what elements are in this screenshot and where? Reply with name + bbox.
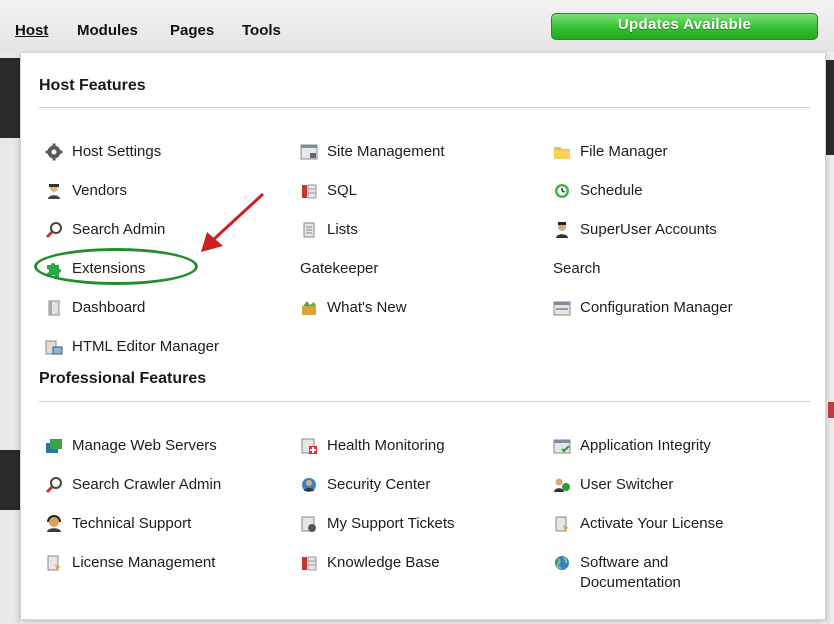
site-icon	[300, 144, 318, 160]
section-divider	[39, 401, 810, 402]
application-integrity-item[interactable]: Application Integrity	[553, 436, 711, 456]
dashboard-item[interactable]: Dashboard	[45, 298, 145, 318]
gatekeeper-item[interactable]: Gatekeeper	[300, 259, 378, 279]
support-icon	[47, 515, 61, 532]
license-management-item[interactable]: License Management	[45, 553, 215, 573]
lists-item[interactable]: Lists	[300, 220, 358, 240]
superuser-accounts-item[interactable]: SuperUser Accounts	[553, 220, 717, 240]
search-item[interactable]: Search	[553, 259, 601, 279]
menu-modules[interactable]: Modules	[77, 22, 138, 39]
html-editor-manager-item[interactable]: HTML Editor Manager	[45, 337, 219, 357]
my-support-tickets-item[interactable]: My Support Tickets	[300, 514, 455, 534]
user-switcher-item[interactable]: User Switcher	[553, 475, 673, 495]
globe-icon	[555, 556, 569, 570]
search-admin-item[interactable]: Search Admin	[45, 220, 165, 240]
magnifier-icon	[45, 477, 62, 494]
health-icon	[301, 438, 317, 454]
database-icon	[302, 184, 317, 199]
superuser-icon	[556, 222, 568, 238]
health-monitoring-item[interactable]: Health Monitoring	[300, 436, 445, 456]
security-icon	[302, 478, 316, 492]
whats-new-item[interactable]: What's New	[300, 298, 407, 318]
schedule-icon	[555, 184, 569, 198]
menu-pages[interactable]: Pages	[170, 22, 214, 39]
extensions-highlight-ellipse	[34, 248, 198, 285]
file-manager-item[interactable]: File Manager	[553, 142, 668, 162]
html-editor-icon	[45, 340, 63, 355]
host-features-title: Host Features	[39, 77, 146, 94]
activate-your-license-item[interactable]: Activate Your License	[553, 514, 723, 534]
document-icon	[48, 300, 60, 316]
magnifier-icon	[45, 222, 62, 239]
list-icon	[303, 222, 315, 238]
database-icon	[302, 556, 317, 571]
servers-icon	[46, 439, 62, 453]
schedule-item[interactable]: Schedule	[553, 181, 643, 201]
config-icon	[553, 301, 571, 316]
vendor-icon	[48, 184, 60, 199]
security-center-item[interactable]: Security Center	[300, 475, 430, 495]
user-switch-icon	[554, 478, 570, 492]
background-block	[0, 450, 20, 510]
news-icon	[302, 301, 316, 315]
folder-icon	[554, 147, 570, 159]
background-marker	[828, 402, 834, 418]
license-icon	[555, 516, 569, 532]
site-management-item[interactable]: Site Management	[300, 142, 445, 162]
host-menu-dropdown: Host Features Host Settings Vendors Sear…	[20, 52, 826, 620]
software-and-documentation-item[interactable]: Software and Documentation	[553, 553, 730, 593]
integrity-icon	[553, 439, 571, 454]
updates-available-button[interactable]: Updates Available	[551, 13, 818, 40]
knowledge-base-item[interactable]: Knowledge Base	[300, 553, 440, 573]
section-divider	[39, 107, 810, 108]
gear-icon	[45, 143, 63, 161]
professional-features-title: Professional Features	[39, 370, 207, 387]
sql-item[interactable]: SQL	[300, 181, 357, 201]
technical-support-item[interactable]: Technical Support	[45, 514, 191, 534]
red-arrow-annotation	[201, 192, 265, 252]
top-menubar: Host Modules Pages Tools Updates Availab…	[0, 0, 834, 53]
background-block	[0, 58, 20, 138]
license-icon	[47, 555, 61, 571]
menu-tools[interactable]: Tools	[242, 22, 281, 39]
search-crawler-admin-item[interactable]: Search Crawler Admin	[45, 475, 221, 495]
vendors-item[interactable]: Vendors	[45, 181, 127, 201]
host-settings-item[interactable]: Host Settings	[45, 142, 161, 162]
configuration-manager-item[interactable]: Configuration Manager	[553, 298, 733, 318]
manage-web-servers-item[interactable]: Manage Web Servers	[45, 436, 217, 456]
background-block	[826, 60, 834, 155]
tickets-icon	[301, 516, 316, 532]
menu-host[interactable]: Host	[15, 22, 48, 39]
